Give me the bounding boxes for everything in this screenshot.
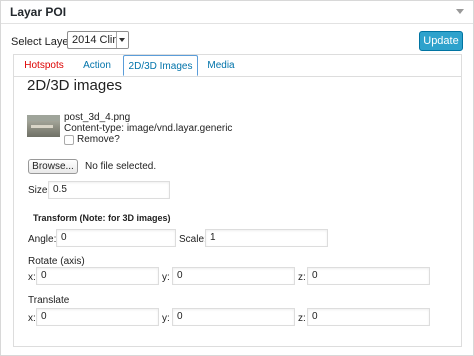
translate-label: Translate: [28, 295, 70, 306]
panel-header[interactable]: Layar POI: [1, 1, 473, 24]
image-thumbnail: [27, 115, 60, 137]
scale-input[interactable]: 1: [205, 229, 328, 247]
scale-label: Scale:: [179, 234, 207, 245]
angle-label: Angle:: [28, 234, 57, 245]
size-label: Size:: [28, 185, 51, 196]
collapse-arrow-icon[interactable]: [456, 9, 464, 14]
tab-action[interactable]: Action: [74, 57, 120, 75]
size-input[interactable]: 0.5: [48, 181, 170, 199]
rotate-y-label: y:: [162, 272, 170, 283]
layar-poi-panel: Layar POI Select Layer: 2014 Climat Upda…: [0, 0, 474, 356]
no-file-label: No file selected.: [85, 161, 157, 172]
translate-x-input[interactable]: 0: [36, 308, 159, 326]
tab-media[interactable]: Media: [199, 57, 243, 75]
tab-hotspots[interactable]: Hotspots: [16, 57, 72, 75]
remove-label: Remove?: [77, 134, 120, 145]
translate-z-label: z:: [298, 313, 306, 324]
rotate-z-input[interactable]: 0: [307, 267, 430, 285]
translate-y-label: y:: [162, 313, 170, 324]
browse-button[interactable]: Browse...: [28, 159, 78, 174]
tab-2d3d-images[interactable]: 2D/3D Images: [123, 55, 198, 76]
file-name: post_3d_4.png: [64, 112, 131, 123]
rotate-label: Rotate (axis): [28, 256, 85, 267]
translate-x-label: x:: [28, 313, 36, 324]
chevron-down-icon: [116, 32, 128, 48]
translate-y-input[interactable]: 0: [172, 308, 295, 326]
layer-select[interactable]: 2014 Climat: [67, 31, 129, 49]
angle-input[interactable]: 0: [56, 229, 176, 247]
tabs-container: Hotspots Action 2D/3D Images Media: [13, 54, 462, 347]
content-type: Content-type: image/vnd.layar.generic: [64, 123, 233, 134]
transform-label: Transform (Note: for 3D images): [33, 213, 171, 223]
select-layer-label: Select Layer:: [11, 36, 76, 48]
update-button[interactable]: Update: [419, 31, 463, 51]
tab-bar: Hotspots Action 2D/3D Images Media: [14, 55, 461, 77]
remove-checkbox[interactable]: [64, 135, 74, 145]
rotate-y-input[interactable]: 0: [172, 267, 295, 285]
rotate-x-label: x:: [28, 272, 36, 283]
translate-z-input[interactable]: 0: [307, 308, 430, 326]
rotate-x-input[interactable]: 0: [36, 267, 159, 285]
section-title: 2D/3D images: [27, 77, 123, 94]
rotate-z-label: z:: [298, 272, 306, 283]
panel-title: Layar POI: [10, 5, 67, 19]
